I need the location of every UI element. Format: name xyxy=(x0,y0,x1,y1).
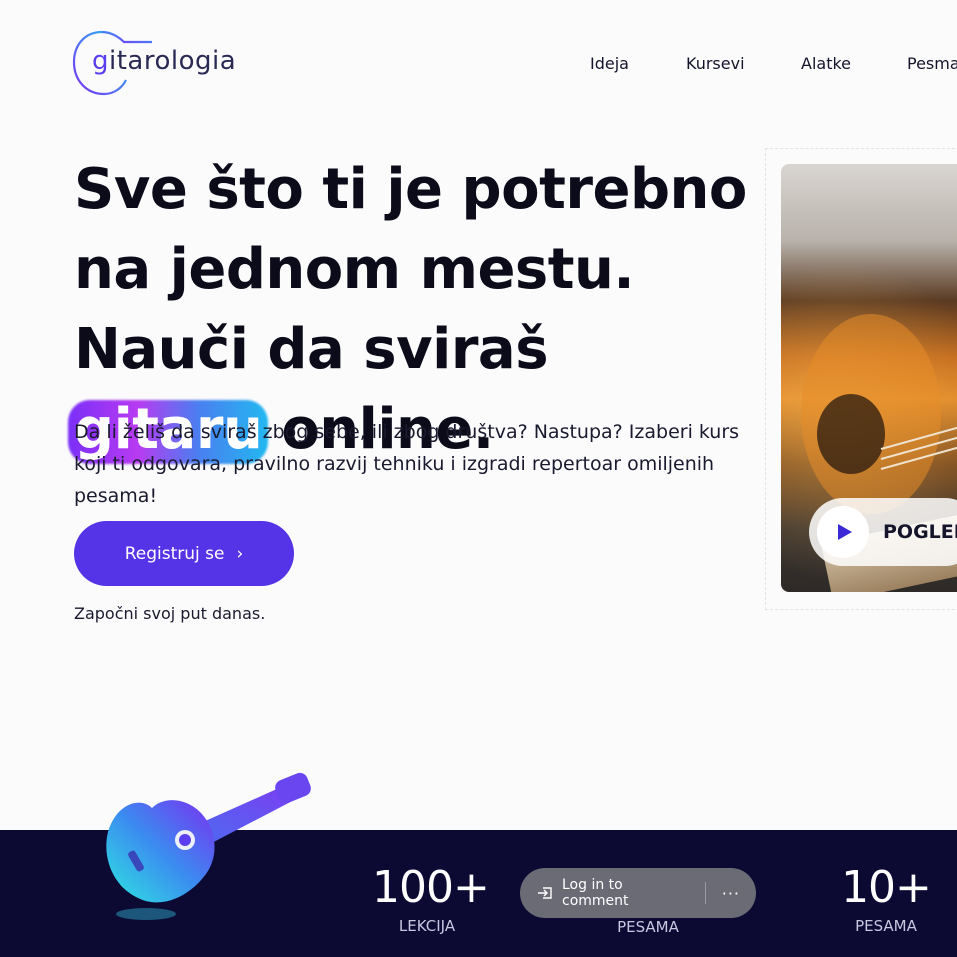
cta-note: Započni svoj put danas. xyxy=(74,604,266,623)
nav-item-ideja[interactable]: Ideja xyxy=(590,54,629,73)
stat-label: LEKCIJA xyxy=(398,917,456,935)
stat-lessons: 100+ LEKCIJA xyxy=(372,862,490,935)
nav-item-alatke[interactable]: Alatke xyxy=(801,54,851,73)
guitar-illustration xyxy=(106,772,311,920)
divider xyxy=(704,882,706,904)
stat-label: PESAMA xyxy=(855,917,917,935)
brand-logo[interactable]: gitarologia xyxy=(72,28,242,98)
nav-item-kursevi[interactable]: Kursevi xyxy=(686,54,745,73)
hero-title-text: Sve što ti je potrebno na jednom mestu. … xyxy=(74,157,747,382)
stat-number: 100+ xyxy=(372,862,490,913)
stat-label: PESAMA xyxy=(617,918,679,936)
stat-number: 10+ xyxy=(841,862,932,913)
watch-video-label: POGLED xyxy=(883,521,957,543)
login-to-comment-button[interactable]: Log in to comment xyxy=(562,877,681,909)
nav-item-pesme[interactable]: Pesma xyxy=(907,54,957,73)
hero-subtitle: Da li želiš da sviraš zbog sebe, ili zbo… xyxy=(74,421,740,507)
play-icon xyxy=(817,506,869,558)
stat-songs-2: 10+ PESAMA xyxy=(836,862,936,935)
comment-bar: Log in to comment ··· xyxy=(520,868,756,918)
watch-video-button[interactable]: POGLED xyxy=(809,498,957,566)
login-icon xyxy=(536,884,554,902)
more-options-icon[interactable]: ··· xyxy=(722,884,740,903)
logo-text: gitarologia xyxy=(92,46,237,76)
register-button[interactable]: Registruj se › xyxy=(74,521,294,586)
chevron-right-icon: › xyxy=(236,543,244,564)
register-button-label: Registruj se xyxy=(124,543,225,564)
